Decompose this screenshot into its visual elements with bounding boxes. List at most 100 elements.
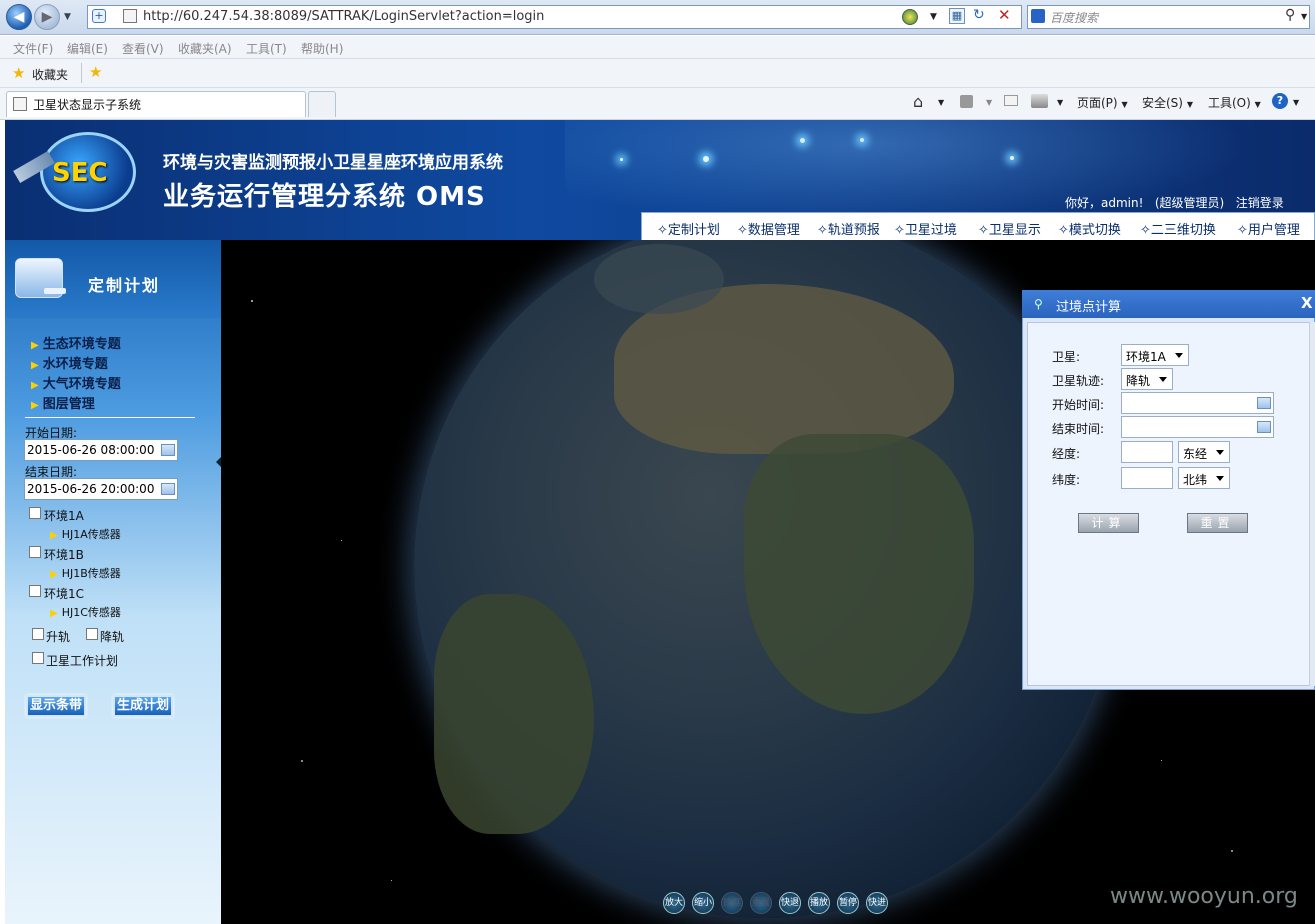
reset-button[interactable]: 重置 bbox=[1187, 513, 1248, 533]
search-icon[interactable]: ⚲ bbox=[1285, 7, 1295, 23]
rewind-button[interactable]: 快退 bbox=[779, 892, 801, 914]
help-icon[interactable]: ? bbox=[1272, 93, 1288, 109]
user-info: 你好，admin! (超级管理员) 注销登录 bbox=[1065, 194, 1284, 211]
start-date-input[interactable]: 2015-06-26 08:00:00 bbox=[24, 439, 178, 461]
start-time-label: 开始时间: bbox=[1052, 398, 1105, 412]
security-status-icon[interactable] bbox=[902, 9, 918, 25]
mail-icon[interactable] bbox=[1004, 95, 1018, 106]
fast-forward-button[interactable]: 快进 bbox=[866, 892, 888, 914]
longitude-direction-select[interactable]: 东经 bbox=[1178, 441, 1230, 463]
nav-mode-switch[interactable]: ✧模式切换 bbox=[1058, 219, 1121, 238]
panel-title: 定制计划 bbox=[88, 276, 161, 295]
category-layers[interactable]: ▶ 图层管理 bbox=[31, 393, 95, 412]
menu-help[interactable]: 帮助(H) bbox=[301, 40, 343, 57]
nav-user-management[interactable]: ✧用户管理 bbox=[1237, 219, 1300, 238]
category-water[interactable]: ▶ 水环境专题 bbox=[31, 353, 108, 372]
triangle-right-icon: ▶ bbox=[31, 380, 39, 391]
url-text: http://60.247.54.38:8089/SATTRAK/LoginSe… bbox=[143, 9, 545, 24]
menu-tools[interactable]: 工具(T) bbox=[246, 40, 287, 57]
show-strip-button[interactable]: 显示条带 bbox=[26, 695, 86, 717]
back-button[interactable]: ◀ bbox=[6, 4, 32, 30]
page-menu[interactable]: 页面(P) ▼ bbox=[1077, 94, 1128, 111]
nav-orbit-forecast[interactable]: ✧轨道预报 bbox=[817, 219, 880, 238]
back-arrow-icon: ◀ bbox=[13, 9, 25, 25]
dialog-key-icon: ⚲ bbox=[1034, 297, 1043, 311]
nav-satellite-transit[interactable]: ✧卫星过境 bbox=[894, 219, 957, 238]
nav-2d3d-switch[interactable]: ✧二三维切换 bbox=[1140, 219, 1216, 238]
stop-icon[interactable]: ✕ bbox=[998, 6, 1011, 24]
menu-edit[interactable]: 编辑(E) bbox=[67, 40, 108, 57]
sensor-hj1a[interactable]: ▶ HJ1A传感器 bbox=[50, 526, 121, 542]
calculate-button[interactable]: 计算 bbox=[1078, 513, 1139, 533]
zoom-in-button[interactable]: 放大 bbox=[663, 892, 685, 914]
generate-plan-button[interactable]: 生成计划 bbox=[113, 695, 173, 717]
reset-view-button[interactable]: 重置 bbox=[750, 892, 772, 914]
box-select-button[interactable]: 拉框 bbox=[721, 892, 743, 914]
category-atmosphere[interactable]: ▶ 大气环境专题 bbox=[31, 373, 121, 392]
compat-view-icon[interactable]: ▦ bbox=[949, 8, 965, 24]
home-dropdown-icon[interactable]: ▼ bbox=[938, 98, 944, 107]
satellite-hj1c-label: 环境1C bbox=[44, 587, 85, 601]
print-dropdown-icon[interactable]: ▼ bbox=[1057, 98, 1063, 107]
menu-file[interactable]: 文件(F) bbox=[13, 40, 53, 57]
tools-menu[interactable]: 工具(O) ▼ bbox=[1208, 94, 1261, 111]
play-button[interactable]: 播放 bbox=[808, 892, 830, 914]
forward-button[interactable]: ▶ bbox=[34, 4, 60, 30]
longitude-label: 经度: bbox=[1052, 447, 1081, 461]
feeds-dropdown-icon[interactable]: ▼ bbox=[986, 98, 992, 107]
dialog-scrollbar[interactable] bbox=[1309, 322, 1315, 686]
search-dropdown-icon[interactable]: ▼ bbox=[1301, 12, 1307, 21]
sensor-hj1c[interactable]: ▶ HJ1C传感器 bbox=[50, 604, 121, 620]
sensor-hj1b[interactable]: ▶ HJ1B传感器 bbox=[50, 565, 121, 581]
safety-menu[interactable]: 安全(S) ▼ bbox=[1142, 94, 1193, 111]
pause-button[interactable]: 暂停 bbox=[837, 892, 859, 914]
zoom-out-button[interactable]: 缩小 bbox=[692, 892, 714, 914]
start-time-input[interactable] bbox=[1121, 392, 1274, 414]
calendar-icon[interactable] bbox=[161, 444, 175, 456]
category-ecology[interactable]: ▶ 生态环境专题 bbox=[31, 333, 121, 352]
checkbox-hj1a[interactable] bbox=[29, 507, 41, 519]
end-date-input[interactable]: 2015-06-26 20:00:00 bbox=[24, 478, 178, 500]
refresh-icon[interactable]: ↻ bbox=[973, 7, 985, 23]
orbit-select[interactable]: 降轨 bbox=[1121, 368, 1173, 390]
checkbox-ascending[interactable] bbox=[32, 628, 44, 640]
calendar-icon[interactable] bbox=[1257, 421, 1271, 433]
favorites-star-icon[interactable]: ★ bbox=[12, 64, 25, 82]
url-dropdown-icon[interactable]: ▼ bbox=[930, 12, 937, 22]
home-icon[interactable]: ⌂ bbox=[913, 92, 923, 111]
triangle-right-icon: ▶ bbox=[50, 608, 58, 619]
triangle-right-icon: ▶ bbox=[50, 530, 58, 541]
menu-favorites[interactable]: 收藏夹(A) bbox=[178, 40, 232, 57]
checkbox-work-plan[interactable] bbox=[32, 652, 44, 664]
calendar-icon[interactable] bbox=[161, 483, 175, 495]
help-dropdown-icon[interactable]: ▼ bbox=[1293, 98, 1299, 107]
menu-view[interactable]: 查看(V) bbox=[122, 40, 164, 57]
calendar-icon[interactable] bbox=[1257, 397, 1271, 409]
satellite-select[interactable]: 环境1A bbox=[1121, 344, 1189, 366]
latitude-input[interactable] bbox=[1121, 467, 1173, 489]
space-star bbox=[1231, 850, 1233, 852]
longitude-input[interactable] bbox=[1121, 441, 1173, 463]
nav-satellite-display[interactable]: ✧卫星显示 bbox=[978, 219, 1041, 238]
earth-globe[interactable] bbox=[414, 240, 1118, 918]
dialog-close-button[interactable]: X bbox=[1301, 294, 1313, 312]
checkbox-hj1b[interactable] bbox=[29, 546, 41, 558]
new-tab-button[interactable] bbox=[308, 91, 336, 117]
feeds-icon[interactable] bbox=[960, 95, 973, 108]
print-icon[interactable] bbox=[1031, 94, 1048, 108]
logout-link[interactable]: 注销登录 bbox=[1236, 196, 1284, 210]
favorites-label[interactable]: 收藏夹 bbox=[32, 66, 68, 83]
end-time-input[interactable] bbox=[1121, 416, 1274, 438]
descending-label: 降轨 bbox=[100, 630, 125, 644]
nav-data-management[interactable]: ✧数据管理 bbox=[737, 219, 800, 238]
nav-custom-plan[interactable]: ✧定制计划 bbox=[657, 219, 720, 238]
add-favorite-icon[interactable]: ★ bbox=[89, 63, 102, 81]
latitude-direction-select[interactable]: 北纬 bbox=[1178, 467, 1230, 489]
checkbox-hj1c[interactable] bbox=[29, 585, 41, 597]
history-dropdown-icon[interactable]: ▼ bbox=[64, 12, 71, 22]
checkbox-descending[interactable] bbox=[86, 628, 98, 640]
subsystem-title: 业务运行管理分系统 OMS bbox=[163, 182, 486, 212]
ascending-label: 升轨 bbox=[46, 630, 71, 644]
compat-shield-icon[interactable]: + bbox=[92, 9, 106, 23]
work-plan-label: 卫星工作计划 bbox=[46, 654, 119, 668]
